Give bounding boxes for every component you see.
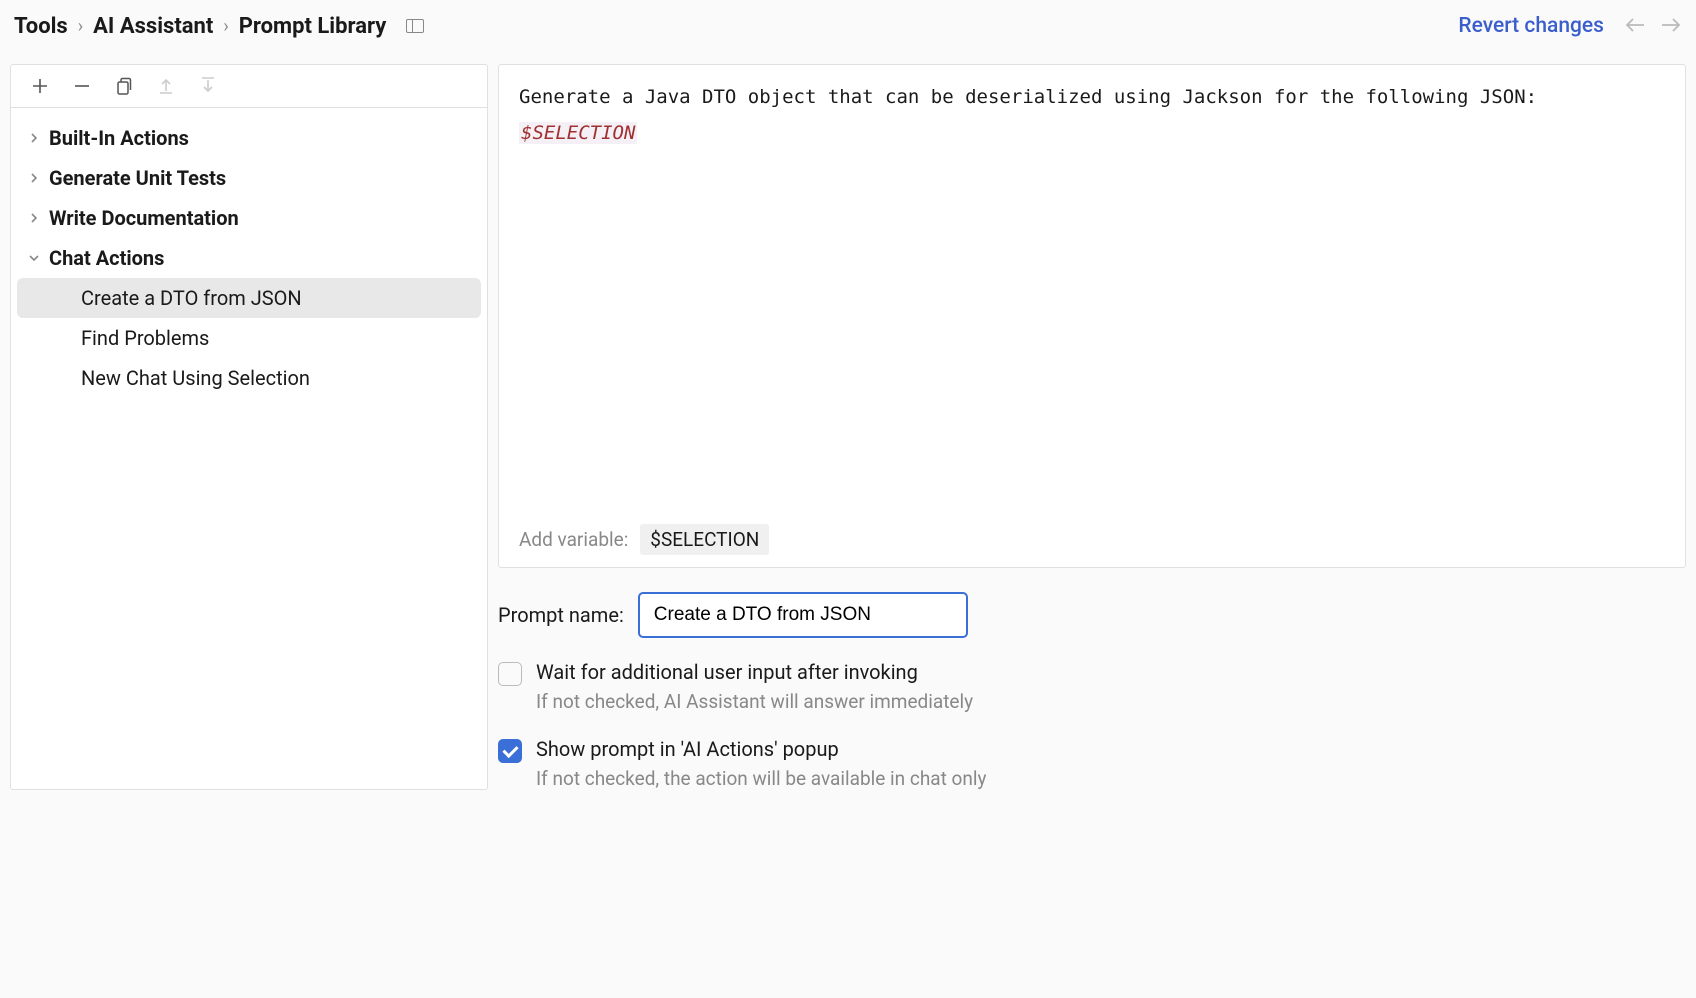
tree-item-label: Write Documentation <box>49 206 239 230</box>
breadcrumb-item[interactable]: Tools <box>14 14 68 39</box>
tree-item-generate-unit-tests[interactable]: Generate Unit Tests <box>11 158 487 198</box>
add-button[interactable] <box>29 75 51 97</box>
chevron-down-icon <box>27 251 41 265</box>
tree-item-find-problems[interactable]: Find Problems <box>11 318 487 358</box>
remove-button[interactable] <box>71 75 93 97</box>
wait-input-hint: If not checked, AI Assistant will answer… <box>536 690 973 713</box>
tree-item-label: New Chat Using Selection <box>81 366 310 390</box>
prompt-editor-box: Generate a Java DTO object that can be d… <box>498 64 1686 568</box>
nav-forward-button <box>1660 12 1682 40</box>
nav-back-button <box>1624 12 1646 40</box>
tree-item-label: Create a DTO from JSON <box>81 286 302 310</box>
show-popup-checkbox[interactable] <box>498 739 522 763</box>
chevron-right-icon: › <box>223 16 228 37</box>
editor-text: Generate a Java DTO object that can be d… <box>519 86 1549 108</box>
breadcrumb-item[interactable]: AI Assistant <box>93 14 213 39</box>
prompt-name-label: Prompt name: <box>498 603 624 627</box>
wait-input-label[interactable]: Wait for additional user input after inv… <box>536 660 973 684</box>
tree-item-label: Chat Actions <box>49 246 164 270</box>
tree-item-label: Built-In Actions <box>49 126 189 150</box>
show-popup-label[interactable]: Show prompt in 'AI Actions' popup <box>536 737 986 761</box>
add-variable-label: Add variable: <box>519 528 628 551</box>
editor-footer: Add variable: $SELECTION <box>499 512 1685 567</box>
main-panel: Generate a Java DTO object that can be d… <box>498 64 1686 790</box>
tree-item-write-documentation[interactable]: Write Documentation <box>11 198 487 238</box>
wait-input-row: Wait for additional user input after inv… <box>498 660 1686 713</box>
show-popup-row: Show prompt in 'AI Actions' popup If not… <box>498 737 1686 790</box>
tree-item-label: Generate Unit Tests <box>49 166 226 190</box>
tree-item-builtin-actions[interactable]: Built-In Actions <box>11 118 487 158</box>
tree-item-label: Find Problems <box>81 326 209 350</box>
copy-button[interactable] <box>113 75 135 97</box>
tree-item-new-chat-selection[interactable]: New Chat Using Selection <box>11 358 487 398</box>
prompt-editor[interactable]: Generate a Java DTO object that can be d… <box>499 65 1685 512</box>
revert-changes-link[interactable]: Revert changes <box>1458 14 1604 38</box>
variable-token: $SELECTION <box>519 122 637 144</box>
import-button <box>197 75 219 97</box>
chevron-right-icon <box>27 131 41 145</box>
tree-toolbar <box>11 65 487 108</box>
breadcrumb: Tools › AI Assistant › Prompt Library <box>14 14 424 39</box>
prompt-name-row: Prompt name: <box>498 592 1686 638</box>
export-button <box>155 75 177 97</box>
tree-item-create-dto[interactable]: Create a DTO from JSON <box>17 278 481 318</box>
chevron-right-icon <box>27 171 41 185</box>
collapse-panel-icon[interactable] <box>406 19 424 33</box>
show-popup-hint: If not checked, the action will be avail… <box>536 767 986 790</box>
wait-input-checkbox[interactable] <box>498 662 522 686</box>
chevron-right-icon <box>27 211 41 225</box>
prompt-tree: Built-In Actions Generate Unit Tests Wri… <box>11 108 487 408</box>
prompt-name-input[interactable] <box>638 592 968 638</box>
chevron-right-icon: › <box>78 16 83 37</box>
tree-item-chat-actions[interactable]: Chat Actions <box>11 238 487 278</box>
breadcrumb-item[interactable]: Prompt Library <box>239 14 387 39</box>
variable-chip[interactable]: $SELECTION <box>640 524 769 555</box>
prompt-tree-sidebar: Built-In Actions Generate Unit Tests Wri… <box>10 64 488 790</box>
